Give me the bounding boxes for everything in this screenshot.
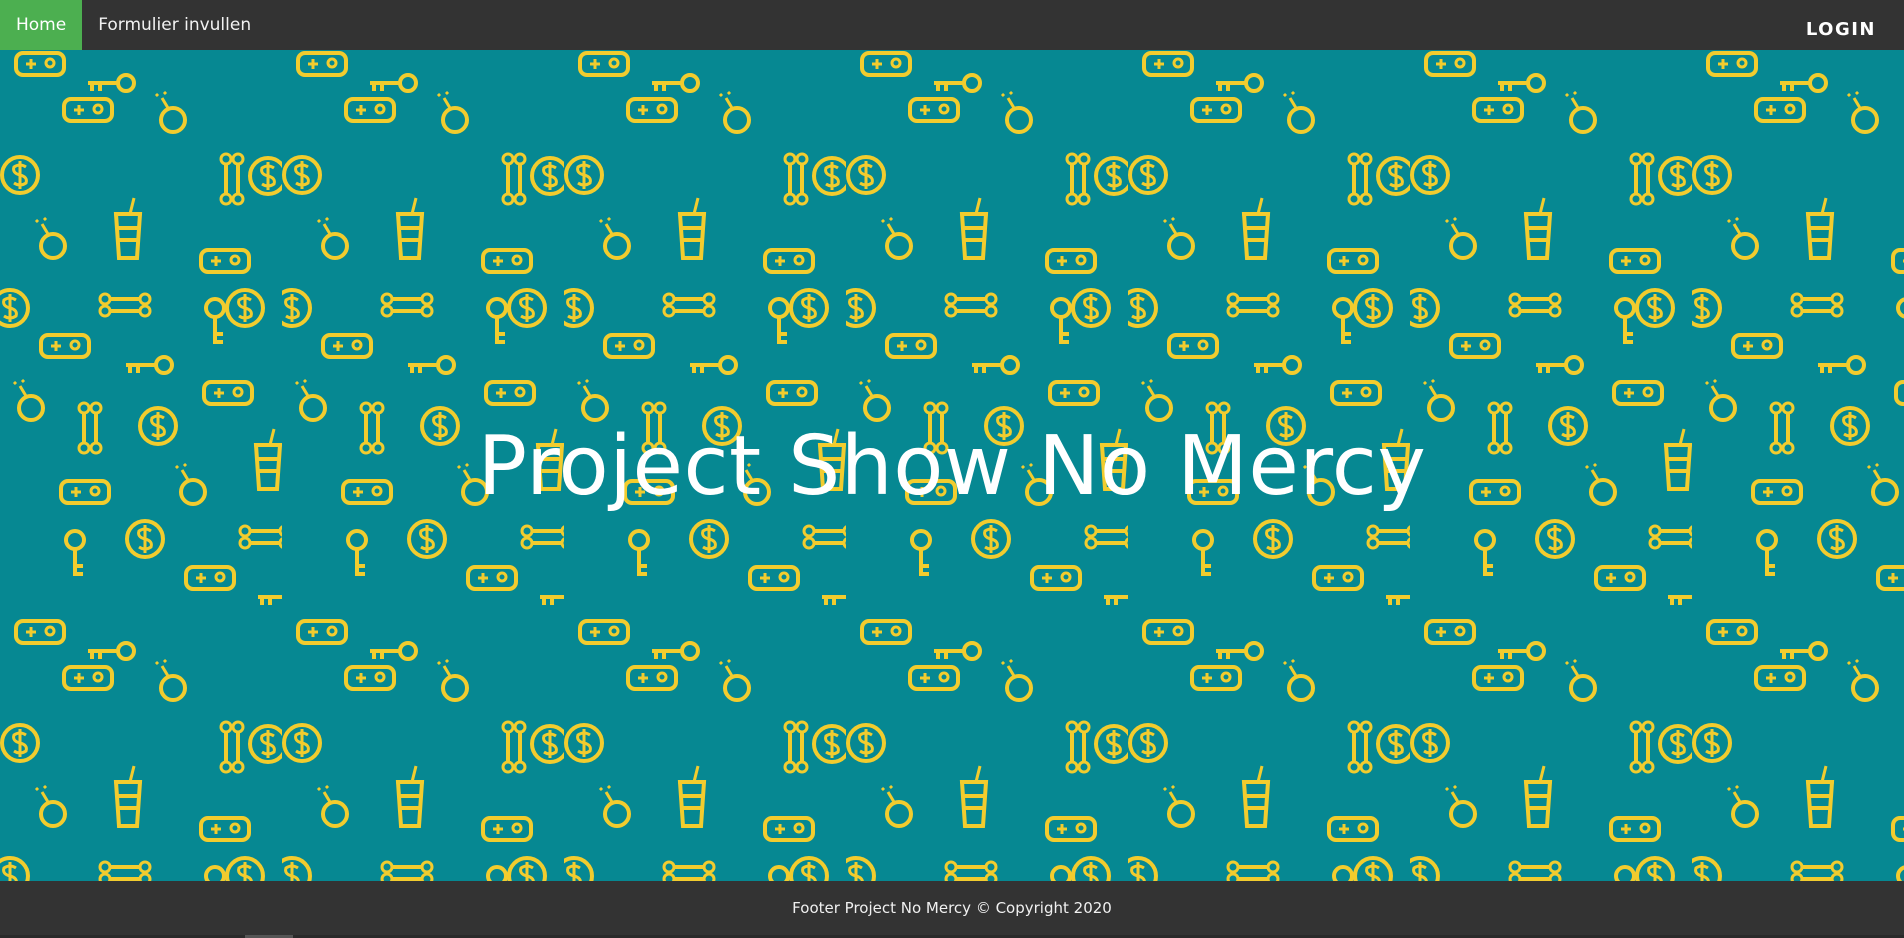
nav-form-link[interactable]: Formulier invullen (82, 0, 267, 50)
nav-home-link[interactable]: Home (0, 0, 83, 50)
hero-section: Project Show No Mercy (0, 50, 1904, 881)
hero-title: Project Show No Mercy (477, 419, 1427, 514)
top-nav: Home Formulier invullen LOGIN (0, 0, 1904, 50)
footer: Footer Project No Mercy © Copyright 2020 (0, 881, 1904, 935)
footer-text: Footer Project No Mercy © Copyright 2020 (792, 899, 1112, 917)
login-link[interactable]: LOGIN (1778, 4, 1904, 54)
hero-title-wrapper: Project Show No Mercy (0, 50, 1904, 881)
